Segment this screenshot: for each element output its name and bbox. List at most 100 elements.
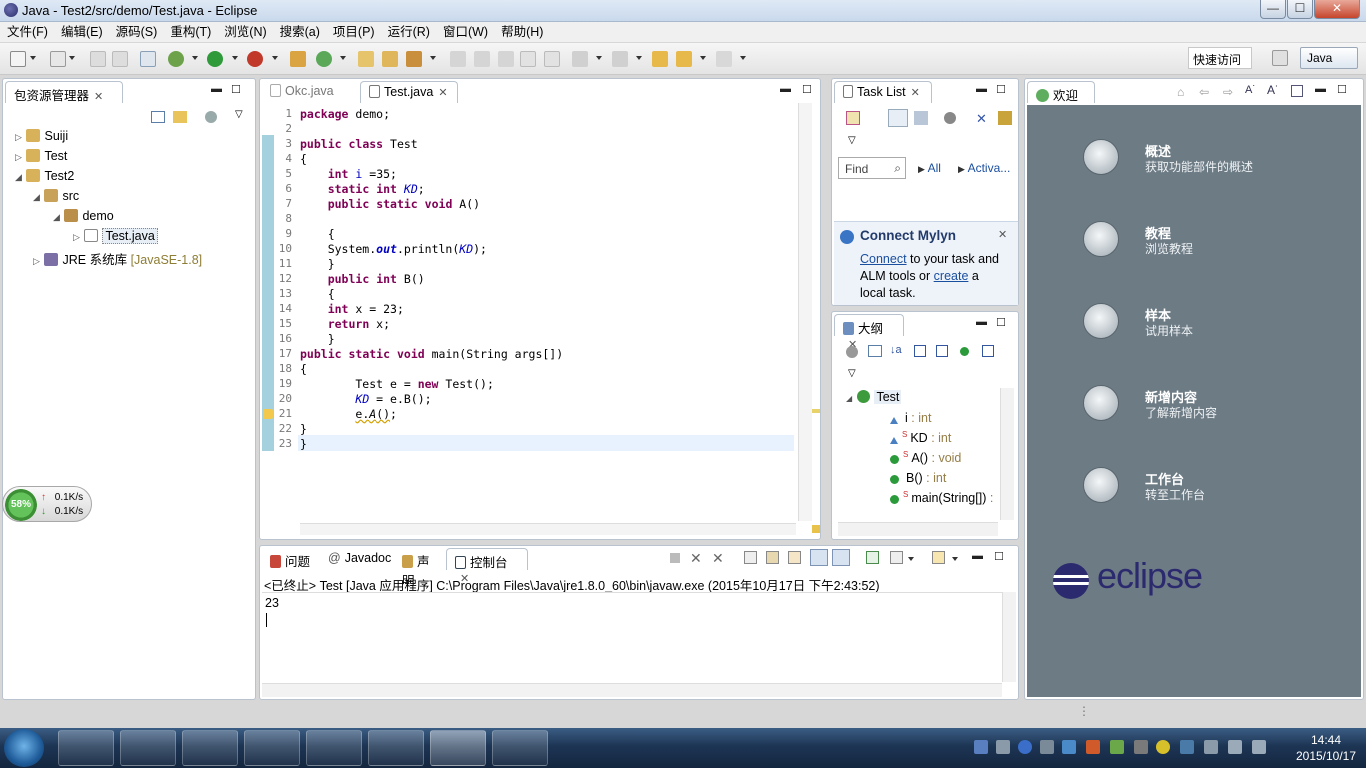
open-console-icon[interactable] [932, 551, 945, 564]
tab-problems[interactable]: 问题 [262, 548, 322, 570]
taskbar-app-infinity[interactable] [244, 730, 300, 766]
back-dropdown-icon[interactable] [700, 56, 706, 60]
new-project-dropdown-icon[interactable] [69, 56, 75, 60]
editor-vertical-scrollbar[interactable] [798, 103, 812, 521]
code-line-20[interactable]: KD = e.B(); [300, 392, 431, 406]
categorized-icon[interactable] [888, 109, 908, 127]
close-mylyn-icon[interactable]: ✕ [998, 228, 1007, 241]
debug-dropdown-icon[interactable] [192, 56, 198, 60]
code-line-22[interactable]: } [300, 422, 307, 436]
code-line-1[interactable]: package demo; [300, 107, 390, 121]
menu-navigate[interactable]: 浏览(N) [217, 22, 272, 40]
tab-package-explorer[interactable]: 包资源管理器 ✕ [5, 81, 123, 103]
skip-breakpoints-icon[interactable] [140, 51, 156, 67]
tutorial-icon[interactable] [1083, 221, 1119, 257]
previous-annotation-icon[interactable] [612, 51, 628, 67]
code-line-19[interactable]: Test e = new Test(); [300, 377, 494, 391]
tree-item-suiji[interactable]: ▷ Suiji [15, 129, 68, 147]
tray-language-icon[interactable] [974, 740, 988, 754]
find-input[interactable]: Find ⌕ [838, 157, 906, 179]
taskbar-app-explorer[interactable] [306, 730, 362, 766]
maximize-view-icon[interactable]: ☐ [231, 83, 241, 96]
collapse-all-icon[interactable] [151, 111, 165, 123]
filters-icon[interactable] [205, 111, 217, 123]
connect-link[interactable]: Connect [860, 252, 907, 266]
tray-keyboard-icon[interactable] [996, 740, 1010, 754]
code-line-6[interactable]: static int KD; [300, 182, 425, 196]
tree-item-demo[interactable]: ◢ demo [53, 209, 114, 227]
focus-active-task-icon[interactable] [846, 346, 858, 358]
tray-volume-icon[interactable] [1228, 740, 1242, 754]
menu-run[interactable]: 运行(R) [381, 22, 436, 40]
code-line-4[interactable]: { [300, 152, 307, 166]
forward-icon[interactable]: ⇨ [1223, 85, 1233, 99]
tab-okc-java[interactable]: Okc.java [262, 81, 360, 103]
java-perspective-button[interactable]: Java [1300, 47, 1358, 69]
maximize-view-icon[interactable]: ☐ [994, 550, 1004, 563]
tray-app-icon[interactable] [1086, 740, 1100, 754]
menu-file[interactable]: 文件(F) [0, 22, 54, 40]
clear-console-icon[interactable] [744, 551, 757, 564]
create-link[interactable]: create [934, 269, 969, 283]
new-icon[interactable] [10, 51, 26, 67]
minimize-view-icon[interactable]: ▬ [976, 316, 987, 328]
globe-icon[interactable] [1083, 139, 1119, 175]
menu-window[interactable]: 窗口(W) [436, 22, 494, 40]
menu-help[interactable]: 帮助(H) [494, 22, 549, 40]
maximize-view-icon[interactable]: ☐ [996, 83, 1006, 96]
zoom-in-icon[interactable]: A˙ [1267, 83, 1279, 97]
taskbar-clock[interactable]: 14:44 2015/10/17 [1290, 732, 1362, 764]
code-line-12[interactable]: public int B() [300, 272, 425, 286]
menu-source[interactable]: 源码(S) [109, 22, 164, 40]
network-speed-widget[interactable]: 58% ↑ 0.1K/s ↓ 0.1K/s [2, 486, 92, 522]
tree-item-jre[interactable]: ▷ JRE 系统库 [JavaSE-1.8] [33, 249, 202, 267]
outline-horizontal-scrollbar[interactable] [838, 522, 998, 536]
next-annotation-icon[interactable] [572, 51, 588, 67]
tray-options-icon[interactable] [1040, 740, 1054, 754]
tree-item-src[interactable]: ◢ src [33, 189, 79, 207]
minimize-view-icon[interactable]: ▬ [780, 83, 791, 95]
show-source-icon[interactable] [544, 51, 560, 67]
code-line-9[interactable]: { [300, 227, 335, 241]
tree-item-test2[interactable]: ◢ Test2 [15, 169, 74, 187]
tray-usb-icon[interactable] [1204, 740, 1218, 754]
tab-welcome[interactable]: 欢迎✕ [1027, 81, 1095, 118]
external-tools-dropdown-icon[interactable] [272, 56, 278, 60]
terminate-icon[interactable] [670, 553, 680, 563]
tray-link-icon[interactable] [1062, 740, 1076, 754]
hide-non-public-icon[interactable] [960, 347, 969, 356]
forward-icon[interactable] [716, 51, 732, 67]
debug-icon[interactable] [168, 51, 184, 67]
code-line-10[interactable]: System.out.println(KD); [300, 242, 487, 256]
maximize-view-icon[interactable]: ☐ [1337, 83, 1347, 96]
workbench-icon[interactable] [1083, 467, 1119, 503]
outline-member[interactable]: S KD : int [890, 430, 951, 448]
search-icon[interactable] [406, 51, 422, 67]
minimize-button[interactable]: — [1260, 0, 1286, 19]
expand-icon[interactable]: ▷ [73, 232, 81, 243]
show-console-on-output-icon[interactable] [810, 549, 828, 566]
tray-device-icon[interactable] [1134, 740, 1148, 754]
save-all-icon[interactable] [112, 51, 128, 67]
code-line-17[interactable]: public static void main(String args[]) [300, 347, 563, 361]
collapse-icon[interactable]: ◢ [15, 172, 23, 183]
back-icon[interactable]: ⇦ [1199, 85, 1209, 99]
expand-icon[interactable]: ▷ [15, 152, 23, 163]
samples-icon[interactable] [1083, 303, 1119, 339]
previous-annotation-dropdown-icon[interactable] [636, 56, 642, 60]
close-tab-icon[interactable]: ✕ [438, 87, 447, 99]
view-menu-icon[interactable]: ▽ [848, 135, 856, 146]
taskbar-app-powerpoint[interactable] [368, 730, 424, 766]
save-icon[interactable] [90, 51, 106, 67]
toggle-edit-icon[interactable] [474, 51, 490, 67]
all-filter[interactable]: ▶ All [918, 161, 941, 175]
maximize-view-icon[interactable]: ☐ [996, 316, 1006, 329]
block-selection-icon[interactable] [520, 51, 536, 67]
code-line-15[interactable]: return x; [300, 317, 390, 331]
search-dropdown-icon[interactable] [430, 56, 436, 60]
expand-icon[interactable]: ▷ [33, 256, 41, 267]
find-search-icon[interactable]: ⌕ [894, 161, 901, 176]
overview-warning-marker[interactable] [812, 409, 820, 413]
code-line-16[interactable]: } [300, 332, 335, 346]
view-menu-icon[interactable]: ▽ [235, 109, 243, 120]
